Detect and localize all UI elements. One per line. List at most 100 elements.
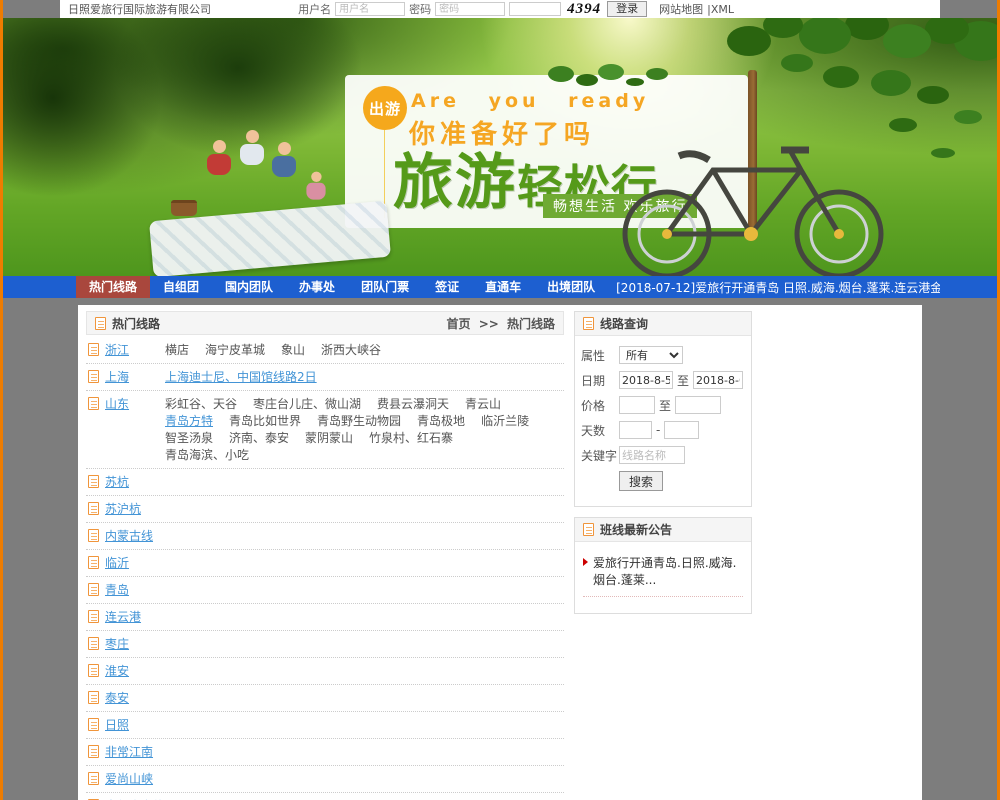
captcha-input[interactable] (509, 2, 561, 16)
nav-tab[interactable]: 热门线路 (76, 276, 150, 298)
route-item-link[interactable]: 青岛野生动物园 (317, 413, 401, 430)
region-link[interactable]: 泰安 (105, 690, 151, 707)
topbar: 日照爱旅行国际旅游有限公司 用户名 密码 4394 登录 网站地图 |XML (3, 0, 997, 18)
region-link[interactable]: 浙江 (105, 342, 151, 359)
search-box-title: 线路查询 (600, 315, 648, 332)
route-item-link[interactable]: 枣庄台儿庄、微山湖 (253, 396, 361, 413)
route-item-link[interactable]: 青岛极地 (417, 413, 465, 430)
notice-box: 班线最新公告 爱旅行开通青岛.日照.威海.烟台.蓬莱... (574, 517, 752, 614)
route-item-link[interactable]: 横店 (165, 342, 189, 359)
document-icon (95, 317, 106, 330)
document-icon (88, 772, 99, 785)
region-link[interactable]: 上海 (105, 369, 151, 386)
price-from-input[interactable] (619, 396, 655, 414)
notice-box-header: 班线最新公告 (575, 518, 751, 542)
range-word: 至 (677, 372, 689, 389)
search-button[interactable]: 搜索 (619, 471, 663, 491)
document-icon (88, 664, 99, 677)
panel-title-text: 热门线路 (112, 315, 160, 332)
route-item-link[interactable]: 竹泉村、红石寨 (369, 430, 453, 447)
region-link[interactable]: 苏沪杭 (105, 501, 151, 518)
banner-title-big: 旅游 (393, 148, 517, 218)
nav-tab[interactable]: 签证 (422, 276, 472, 298)
attribute-select[interactable]: 所有 (619, 346, 683, 364)
region-link[interactable]: 苏杭 (105, 474, 151, 491)
route-item-link[interactable]: 青岛海滨、小吃 (165, 447, 249, 464)
route-item-link[interactable]: 浙西大峡谷 (321, 342, 381, 359)
nav-tab[interactable]: 自组团 (150, 276, 212, 298)
region-link[interactable]: 爱尚山峡 (105, 771, 153, 788)
region-link[interactable]: 连云港 (105, 609, 151, 626)
route-item-link[interactable]: 彩虹谷、天谷 (165, 396, 237, 413)
route-item-link[interactable]: 青云山 (465, 396, 501, 413)
route-item-link[interactable]: 青岛方特 (165, 413, 213, 430)
person-illustration (306, 172, 327, 201)
username-input[interactable] (335, 2, 405, 16)
banner-english-text: Are you ready (411, 90, 649, 112)
price-label: 价格 (581, 397, 619, 414)
leaf-cluster-illustration (548, 66, 574, 82)
region-link[interactable]: 山东 (105, 396, 151, 413)
route-item-link[interactable]: 蒙阴蒙山 (305, 430, 353, 447)
range-word: 至 (659, 397, 671, 414)
price-to-input[interactable] (675, 396, 721, 414)
nav-tab[interactable]: 直通车 (472, 276, 534, 298)
hero-banner: 出游 Are you ready 你准备好了吗 旅游轻松行 畅想生活 欢乐旅行 (3, 18, 997, 276)
breadcrumb-separator: >> (479, 317, 499, 331)
days-from-input[interactable] (619, 421, 652, 439)
route-item-link[interactable]: 费县云瀑洞天 (377, 396, 449, 413)
route-item-link[interactable]: 上海迪士尼、中国馆线路2日 (165, 369, 317, 386)
route-items: 上海迪士尼、中国馆线路2日 (165, 369, 562, 386)
region-link[interactable]: 非常江南 (105, 744, 153, 761)
document-icon (88, 475, 99, 488)
document-icon (88, 745, 99, 758)
days-separator: - (656, 423, 660, 437)
breadcrumb-home-link[interactable]: 首页 (446, 317, 470, 331)
route-row: 浙江横店海宁皮革城象山浙西大峡谷 (86, 337, 564, 364)
route-row: 枣庄 (86, 631, 564, 658)
days-to-input[interactable] (664, 421, 699, 439)
route-item-link[interactable]: 象山 (281, 342, 305, 359)
route-row: 非常江南 (86, 739, 564, 766)
route-item-link[interactable]: 青岛比如世界 (229, 413, 301, 430)
region-link[interactable]: 青岛 (105, 582, 151, 599)
login-button[interactable]: 登录 (607, 1, 647, 17)
document-icon (88, 610, 99, 623)
route-item-link[interactable]: 济南、泰安 (229, 430, 289, 447)
nav-tab[interactable]: 团队门票 (348, 276, 422, 298)
date-label: 日期 (581, 372, 619, 389)
route-item-link[interactable]: 临沂兰陵 (481, 413, 529, 430)
search-button-row: 搜索 (581, 471, 745, 491)
route-item-link[interactable]: 海宁皮革城 (205, 342, 265, 359)
keyword-row: 关键字 (581, 446, 745, 464)
attribute-label: 属性 (581, 347, 619, 364)
sitemap-link[interactable]: 网站地图 (659, 1, 703, 17)
bicycle-illustration (605, 114, 905, 276)
region-link[interactable]: 日照 (105, 717, 151, 734)
region-link[interactable]: 临沂 (105, 555, 151, 572)
nav-tab[interactable]: 办事处 (286, 276, 348, 298)
region-link[interactable]: 枣庄 (105, 636, 151, 653)
picnic-basket-illustration (171, 200, 197, 216)
document-icon (88, 556, 99, 569)
main-area: 热门线路 首页 >> 热门线路 浙江横店海宁皮革城象山浙西大峡谷上海上海迪士尼、… (3, 298, 997, 800)
date-from-input[interactable] (619, 371, 673, 389)
route-row: 上海上海迪士尼、中国馆线路2日 (86, 364, 564, 391)
document-icon (88, 502, 99, 515)
route-item-link[interactable]: 智圣汤泉 (165, 430, 213, 447)
xml-link[interactable]: |XML (707, 3, 734, 16)
travel-badge: 出游 (363, 86, 407, 130)
username-label: 用户名 (298, 1, 331, 17)
person-illustration (239, 130, 265, 166)
region-link[interactable]: 淮安 (105, 663, 151, 680)
nav-tab[interactable]: 国内团队 (212, 276, 286, 298)
nav-tab[interactable]: 出境团队 (534, 276, 608, 298)
notice-item[interactable]: 爱旅行开通青岛.日照.威海.烟台.蓬莱... (583, 554, 743, 597)
route-row: 苏杭 (86, 469, 564, 496)
password-input[interactable] (435, 2, 505, 16)
region-link[interactable]: 内蒙古线 (105, 528, 153, 545)
password-label: 密码 (409, 1, 431, 17)
news-ticker[interactable]: [2018-07-12]爱旅行开通青岛 日照.威海.烟台.蓬莱.连云港金品五日… (616, 279, 940, 296)
keyword-input[interactable] (619, 446, 685, 464)
date-to-input[interactable] (693, 371, 743, 389)
